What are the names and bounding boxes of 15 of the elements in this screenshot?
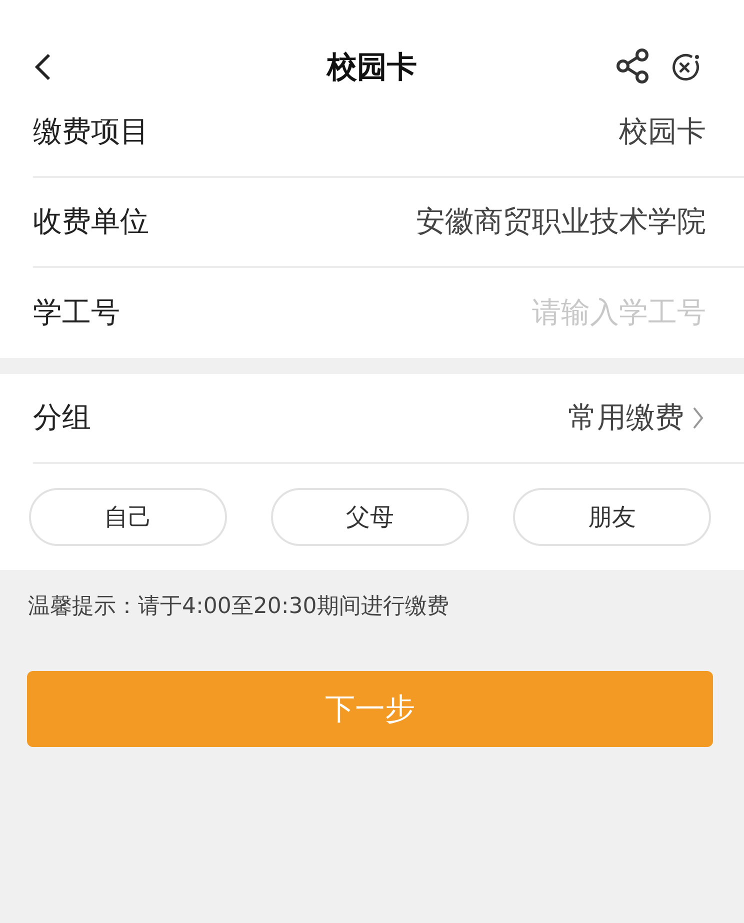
page-title: 校园卡 [327,48,417,86]
field-label: 缴费项目 [33,113,149,150]
back-icon[interactable] [34,53,52,81]
group-chip[interactable]: 朋友 [513,488,711,546]
field-label: 分组 [33,399,91,436]
field-value: 校园卡 [619,113,706,150]
field-value: 安徽商贸职业技术学院 [416,203,706,240]
chevron-icon [692,406,704,430]
field-label: 收费单位 [33,203,149,240]
group-selector[interactable]: 常用缴费 [568,396,704,440]
share-icon[interactable] [616,48,650,84]
tip-text: 温馨提示：请于4:00至20:30期间进行缴费 [27,593,450,621]
field-label: 学工号 [33,294,120,332]
group-chip[interactable]: 自己 [29,488,227,546]
group-chip[interactable]: 父母 [271,488,469,546]
